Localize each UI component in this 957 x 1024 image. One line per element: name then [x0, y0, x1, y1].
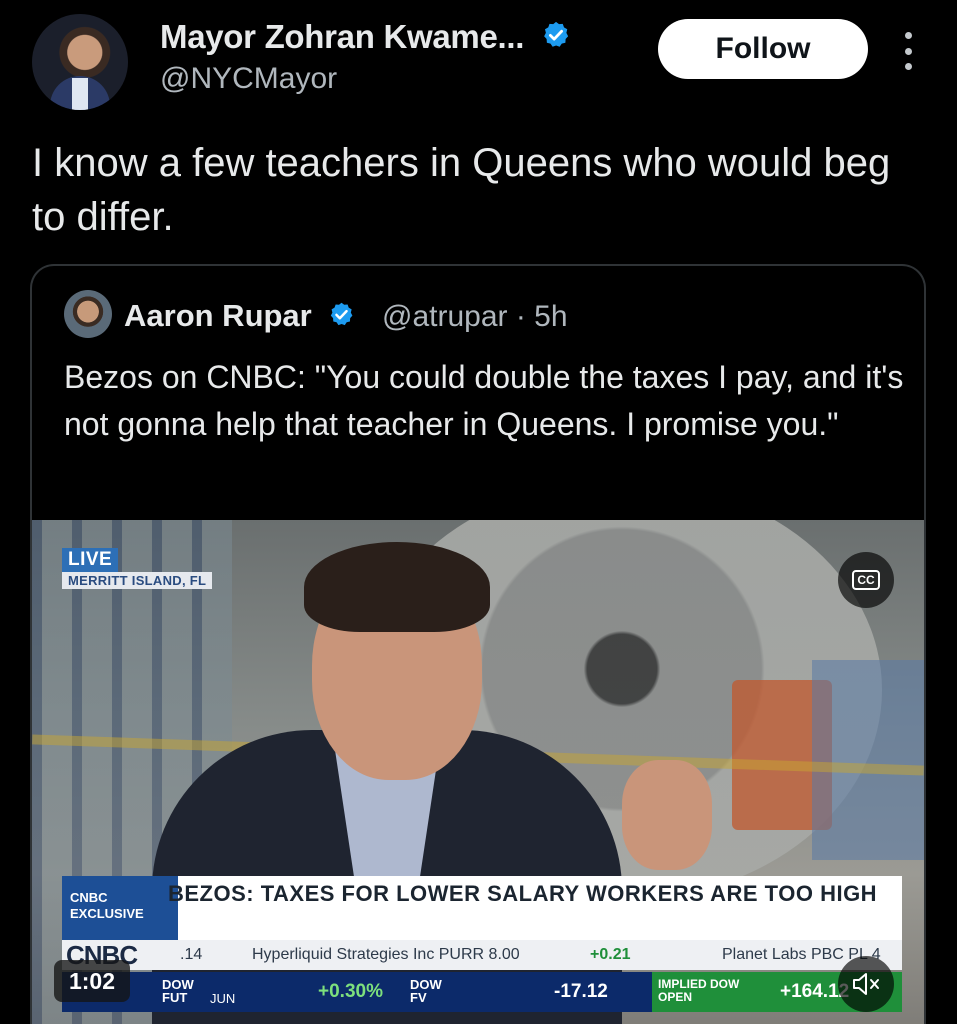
video-timestamp: 1:02 — [54, 960, 130, 1002]
tweet-text: I know a few teachers in Queens who woul… — [32, 141, 891, 239]
author-name-text: Mayor Zohran Kwame... — [160, 18, 525, 55]
closed-captions-button[interactable]: CC — [838, 552, 894, 608]
cc-icon: CC — [852, 570, 880, 590]
video-player[interactable]: LIVE MERRITT ISLAND, FL CC CNBC EXCLUSIV… — [32, 520, 924, 1024]
author-handle[interactable]: @NYCMayor — [160, 62, 337, 96]
location-tag: MERRITT ISLAND, FL — [62, 572, 213, 589]
muted-speaker-icon — [853, 973, 879, 995]
quote-text: Bezos on CNBC: "You could double the tax… — [64, 359, 904, 442]
ticker-item: +0.21 — [590, 946, 631, 963]
ticker-item: Hyperliquid Strategies Inc PURR 8.00 — [252, 946, 520, 963]
headline-text: BEZOS: TAXES FOR LOWER SALARY WORKERS AR… — [168, 881, 878, 906]
video-subject — [304, 542, 490, 632]
verified-badge-icon — [541, 20, 571, 58]
quote-author-name-text: Aaron Rupar — [124, 298, 312, 333]
dow-fv-value: -17.12 — [554, 981, 608, 1002]
implied-open-label: IMPLIED DOW OPEN — [658, 977, 740, 1004]
author-display-name[interactable]: Mayor Zohran Kwame... — [160, 18, 571, 58]
quote-author-handle-time: @atrupar · 5h — [382, 300, 568, 333]
quote-author-avatar[interactable] — [64, 290, 112, 338]
quoted-tweet-card[interactable]: Aaron Rupar @atrupar · 5h Bezos on CNBC:… — [30, 264, 926, 1024]
video-background — [812, 660, 924, 860]
video-subject — [622, 760, 712, 870]
dow-fut-month: JUN — [210, 991, 236, 1006]
live-tag: LIVE — [62, 548, 119, 572]
follow-button[interactable]: Follow — [658, 19, 868, 79]
dow-fut-label: DOW FUT — [162, 977, 194, 1005]
stock-ticker: .14 Hyperliquid Strategies Inc PURR 8.00… — [62, 940, 902, 970]
exclusive-label: CNBC EXCLUSIVE — [62, 876, 178, 940]
dow-fut-value: +0.30% — [318, 981, 383, 1002]
more-options-icon[interactable] — [898, 32, 918, 70]
quote-author-name[interactable]: Aaron Rupar — [124, 298, 355, 336]
ticker-item: .14 — [180, 946, 203, 963]
mute-button[interactable] — [838, 956, 894, 1012]
author-avatar[interactable] — [32, 14, 128, 110]
verified-badge-icon — [328, 300, 355, 336]
dow-fv-label: DOW FV — [410, 977, 442, 1005]
